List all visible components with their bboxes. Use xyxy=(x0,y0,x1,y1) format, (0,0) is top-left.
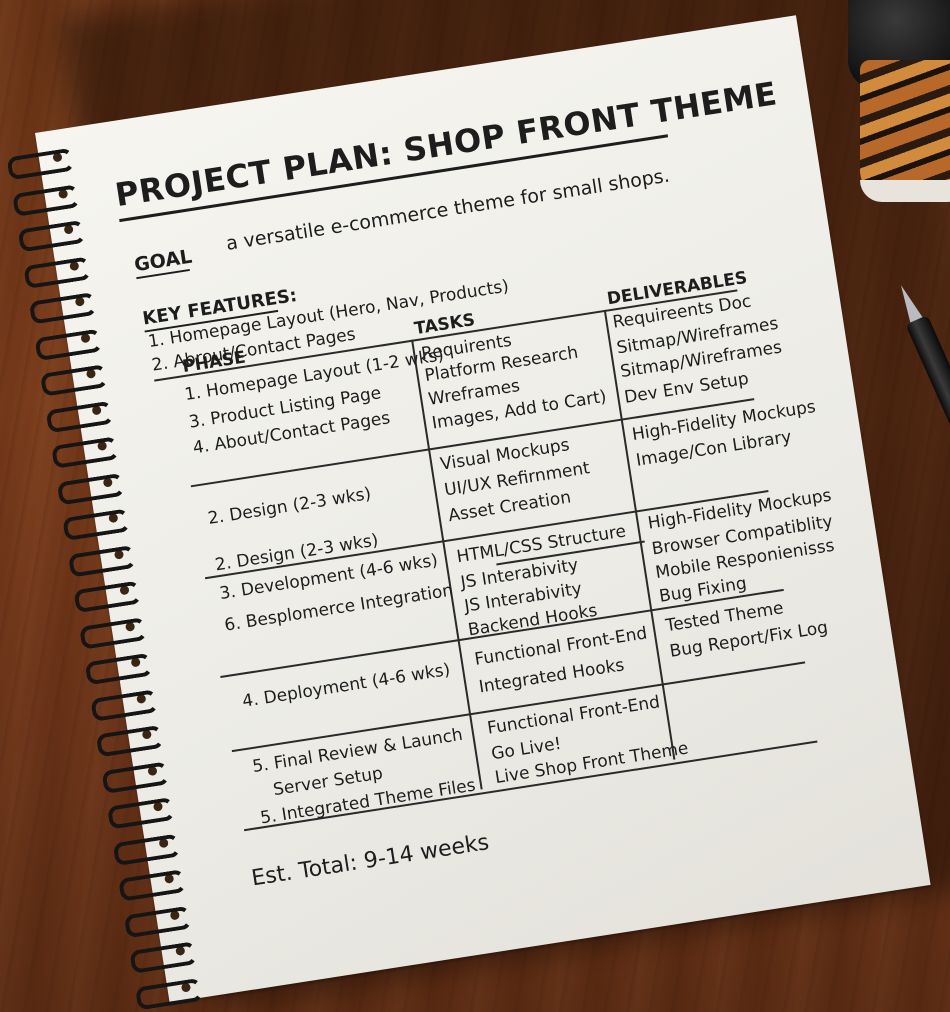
spiral-coil xyxy=(123,905,193,938)
spiral-coil xyxy=(129,941,199,974)
spiral-coil xyxy=(39,363,109,397)
spiral-coil xyxy=(62,508,132,542)
phase-line: 2. Design (2-3 wks) xyxy=(206,483,373,529)
spiral-coil xyxy=(84,652,154,686)
spiral-coil xyxy=(28,291,98,325)
spiral-coil xyxy=(73,580,143,614)
coffee-cup-icon xyxy=(848,0,950,220)
spiral-coil xyxy=(112,832,182,866)
spiral-coil xyxy=(45,400,115,433)
spiral-coil xyxy=(79,616,148,650)
spiral-coil xyxy=(134,977,204,1011)
task-line: Functional Front-End xyxy=(485,692,662,739)
spiral-coil xyxy=(23,255,92,289)
spiral-coil xyxy=(106,796,176,830)
spiral-coil xyxy=(17,219,87,253)
estimate-total: Est. Total: 9-14 weeks xyxy=(249,830,491,892)
spiral-coil xyxy=(34,327,104,361)
spiral-coil xyxy=(56,472,126,506)
spiral-coil xyxy=(95,724,165,758)
spiral-coil xyxy=(51,436,120,469)
spiral-coil xyxy=(67,544,137,578)
spiral-coil xyxy=(101,760,171,794)
spiral-coil xyxy=(6,147,76,181)
spiral-coil xyxy=(118,868,187,902)
notebook-page: PROJECT PLAN: SHOP FRONT THEME GOAL a ve… xyxy=(6,15,931,1011)
spiral-coil xyxy=(12,183,81,217)
spiral-coil xyxy=(90,688,159,722)
